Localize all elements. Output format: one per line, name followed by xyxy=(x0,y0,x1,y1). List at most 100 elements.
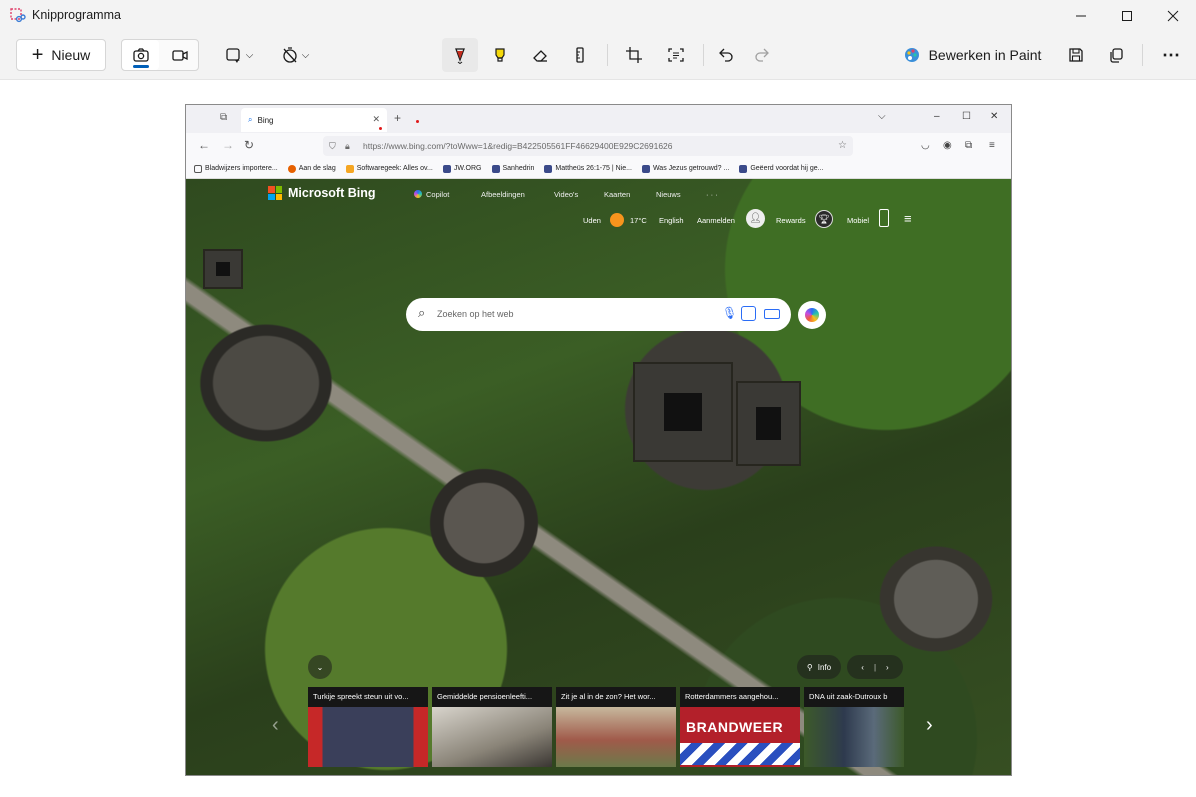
tab-overview-icon[interactable]: ⧉ xyxy=(220,112,227,123)
keyboard-icon[interactable] xyxy=(764,309,780,319)
redo-button[interactable] xyxy=(746,39,778,71)
notification-dot xyxy=(379,127,382,130)
news-headline: Rotterdammers aangehou... xyxy=(680,687,800,707)
location-pin-icon: ⚲ xyxy=(806,662,813,672)
nav-copilot[interactable]: Copilot xyxy=(414,190,449,199)
reload-icon[interactable]: ↻ xyxy=(244,138,254,152)
save-button[interactable] xyxy=(1060,39,1092,71)
copy-icon xyxy=(1110,48,1123,63)
forward-icon[interactable]: → xyxy=(222,138,234,152)
nav-more[interactable]: · · · xyxy=(706,190,718,199)
account-icon[interactable]: ◉ xyxy=(943,140,952,151)
new-snip-button[interactable]: + Nieuw xyxy=(16,39,106,71)
news-image xyxy=(556,707,676,767)
bookmark-item[interactable]: Sanhedrin xyxy=(491,164,534,173)
temperature-label[interactable]: 17°C xyxy=(630,216,647,225)
rewards-trophy-icon[interactable]: 🏆︎ xyxy=(815,210,833,228)
nav-news[interactable]: Nieuws xyxy=(656,190,681,199)
next-image-icon[interactable]: › xyxy=(886,663,889,672)
address-bar[interactable]: ⛉ 🔒︎ https://www.bing.com/?toWww=1&redig… xyxy=(323,136,853,156)
microphone-icon[interactable]: 🎙︎ xyxy=(722,306,737,320)
nav-maps[interactable]: Kaarten xyxy=(604,190,630,199)
delay-dropdown[interactable]: ⌵ xyxy=(272,39,318,71)
news-card[interactable]: Turkije spreekt steun uit vo... xyxy=(308,687,428,767)
news-card[interactable]: Zit je al in de zon? Het wor... xyxy=(556,687,676,767)
bookmark-item[interactable]: Bladwijzers importere... xyxy=(194,164,278,173)
background-building xyxy=(203,249,243,289)
save-icon xyxy=(1069,48,1083,62)
back-icon[interactable]: ← xyxy=(198,138,210,152)
tab-title: Bing xyxy=(257,115,274,125)
text-actions-button[interactable] xyxy=(660,39,692,71)
undo-button[interactable] xyxy=(710,39,742,71)
list-tabs-icon[interactable]: ⌵ xyxy=(878,111,886,122)
scroll-down-button[interactable]: ⌄ xyxy=(308,655,332,679)
background-building xyxy=(736,381,801,466)
eraser-button[interactable] xyxy=(524,39,556,71)
pocket-icon[interactable]: ◡ xyxy=(921,140,930,151)
location-label[interactable]: Uden xyxy=(583,216,601,225)
phone-icon[interactable] xyxy=(879,209,889,227)
browser-tab-bar: ⧉ ⌕ Bing ✕ + ⌵ – ☐ ✕ xyxy=(186,105,1011,133)
search-box[interactable]: ⌕ Zoeken op het web 🎙︎ xyxy=(406,298,791,331)
copilot-button[interactable] xyxy=(798,301,826,329)
ruler-button[interactable] xyxy=(564,39,596,71)
news-headline: Turkije spreekt steun uit vo... xyxy=(308,687,428,707)
visual-search-icon[interactable] xyxy=(741,306,756,321)
extensions-icon[interactable]: ⧉ xyxy=(965,140,972,151)
timer-off-icon xyxy=(283,47,297,63)
carousel-prev-icon[interactable]: ‹ xyxy=(272,714,279,737)
browser-maximize-icon[interactable]: ☐ xyxy=(962,111,971,122)
new-tab-icon[interactable]: + xyxy=(394,111,401,125)
notification-dot xyxy=(416,120,419,123)
browser-minimize-icon[interactable]: – xyxy=(934,111,940,122)
screenshot-mode-button[interactable] xyxy=(122,40,159,70)
news-card[interactable]: Gemiddelde pensioenleefti... xyxy=(432,687,552,767)
more-options-button[interactable]: ⋯ xyxy=(1154,39,1188,71)
previous-image-icon[interactable]: ‹ xyxy=(861,663,864,672)
bookmark-star-icon[interactable]: ☆ xyxy=(838,136,847,156)
browser-close-icon[interactable]: ✕ xyxy=(990,111,998,122)
video-mode-button[interactable] xyxy=(161,39,198,71)
rewards-link[interactable]: Rewards xyxy=(776,216,806,225)
image-info-button[interactable]: ⚲ Info xyxy=(797,655,841,679)
avatar-icon[interactable]: 👤︎ xyxy=(746,209,765,228)
language-link[interactable]: English xyxy=(659,216,684,225)
nav-videos[interactable]: Video's xyxy=(554,190,578,199)
menu-icon[interactable]: ≡ xyxy=(989,140,995,151)
news-card[interactable]: DNA uit zaak-Dutroux b xyxy=(804,687,904,767)
maximize-icon xyxy=(1122,11,1132,21)
minimize-button[interactable] xyxy=(1058,0,1104,32)
window-title: Knipprogramma xyxy=(32,8,121,22)
snip-shape-dropdown[interactable]: ⌵ xyxy=(216,39,262,71)
bookmark-item[interactable]: Aan de slag xyxy=(287,164,336,173)
maximize-button[interactable] xyxy=(1104,0,1150,32)
rectangle-snip-icon xyxy=(226,48,240,63)
bookmark-item[interactable]: Was Jezus getrouwd? ... xyxy=(641,164,729,173)
highlighter-button[interactable] xyxy=(484,39,516,71)
news-headline: Gemiddelde pensioenleefti... xyxy=(432,687,552,707)
search-icon: ⌕ xyxy=(248,115,253,124)
bookmark-item[interactable]: Mattheüs 26:1-75 | Nie... xyxy=(544,164,632,173)
close-button[interactable] xyxy=(1150,0,1196,32)
carousel-next-icon[interactable]: › xyxy=(926,714,933,737)
bookmark-item[interactable]: Geëerd voordat hij ge... xyxy=(739,164,824,173)
hamburger-menu-icon[interactable]: ≡ xyxy=(904,211,912,226)
title-bar: Knipprogramma xyxy=(0,0,1196,32)
toolbar-divider xyxy=(1142,44,1143,66)
browser-tab-bing[interactable]: ⌕ Bing ✕ xyxy=(241,108,387,132)
crop-button[interactable] xyxy=(618,39,650,71)
news-image xyxy=(308,707,428,767)
bookmark-item[interactable]: Softwaregeek: Alles ov... xyxy=(345,164,433,173)
nav-images[interactable]: Afbeeldingen xyxy=(481,190,525,199)
bing-logo[interactable]: Microsoft Bing xyxy=(268,186,376,200)
edit-in-paint-button[interactable]: Bewerken in Paint xyxy=(898,39,1046,71)
bing-header: Microsoft Bing Copilot Afbeeldingen Vide… xyxy=(186,179,1011,239)
copy-button[interactable] xyxy=(1100,39,1132,71)
bookmark-item[interactable]: JW.ORG xyxy=(442,164,482,173)
news-card[interactable]: Rotterdammers aangehou... BRANDWEER xyxy=(680,687,800,767)
tab-close-icon[interactable]: ✕ xyxy=(372,114,380,125)
ballpoint-pen-button[interactable] xyxy=(442,38,478,72)
mobile-link[interactable]: Mobiel xyxy=(847,216,869,225)
signin-link[interactable]: Aanmelden xyxy=(697,216,735,225)
